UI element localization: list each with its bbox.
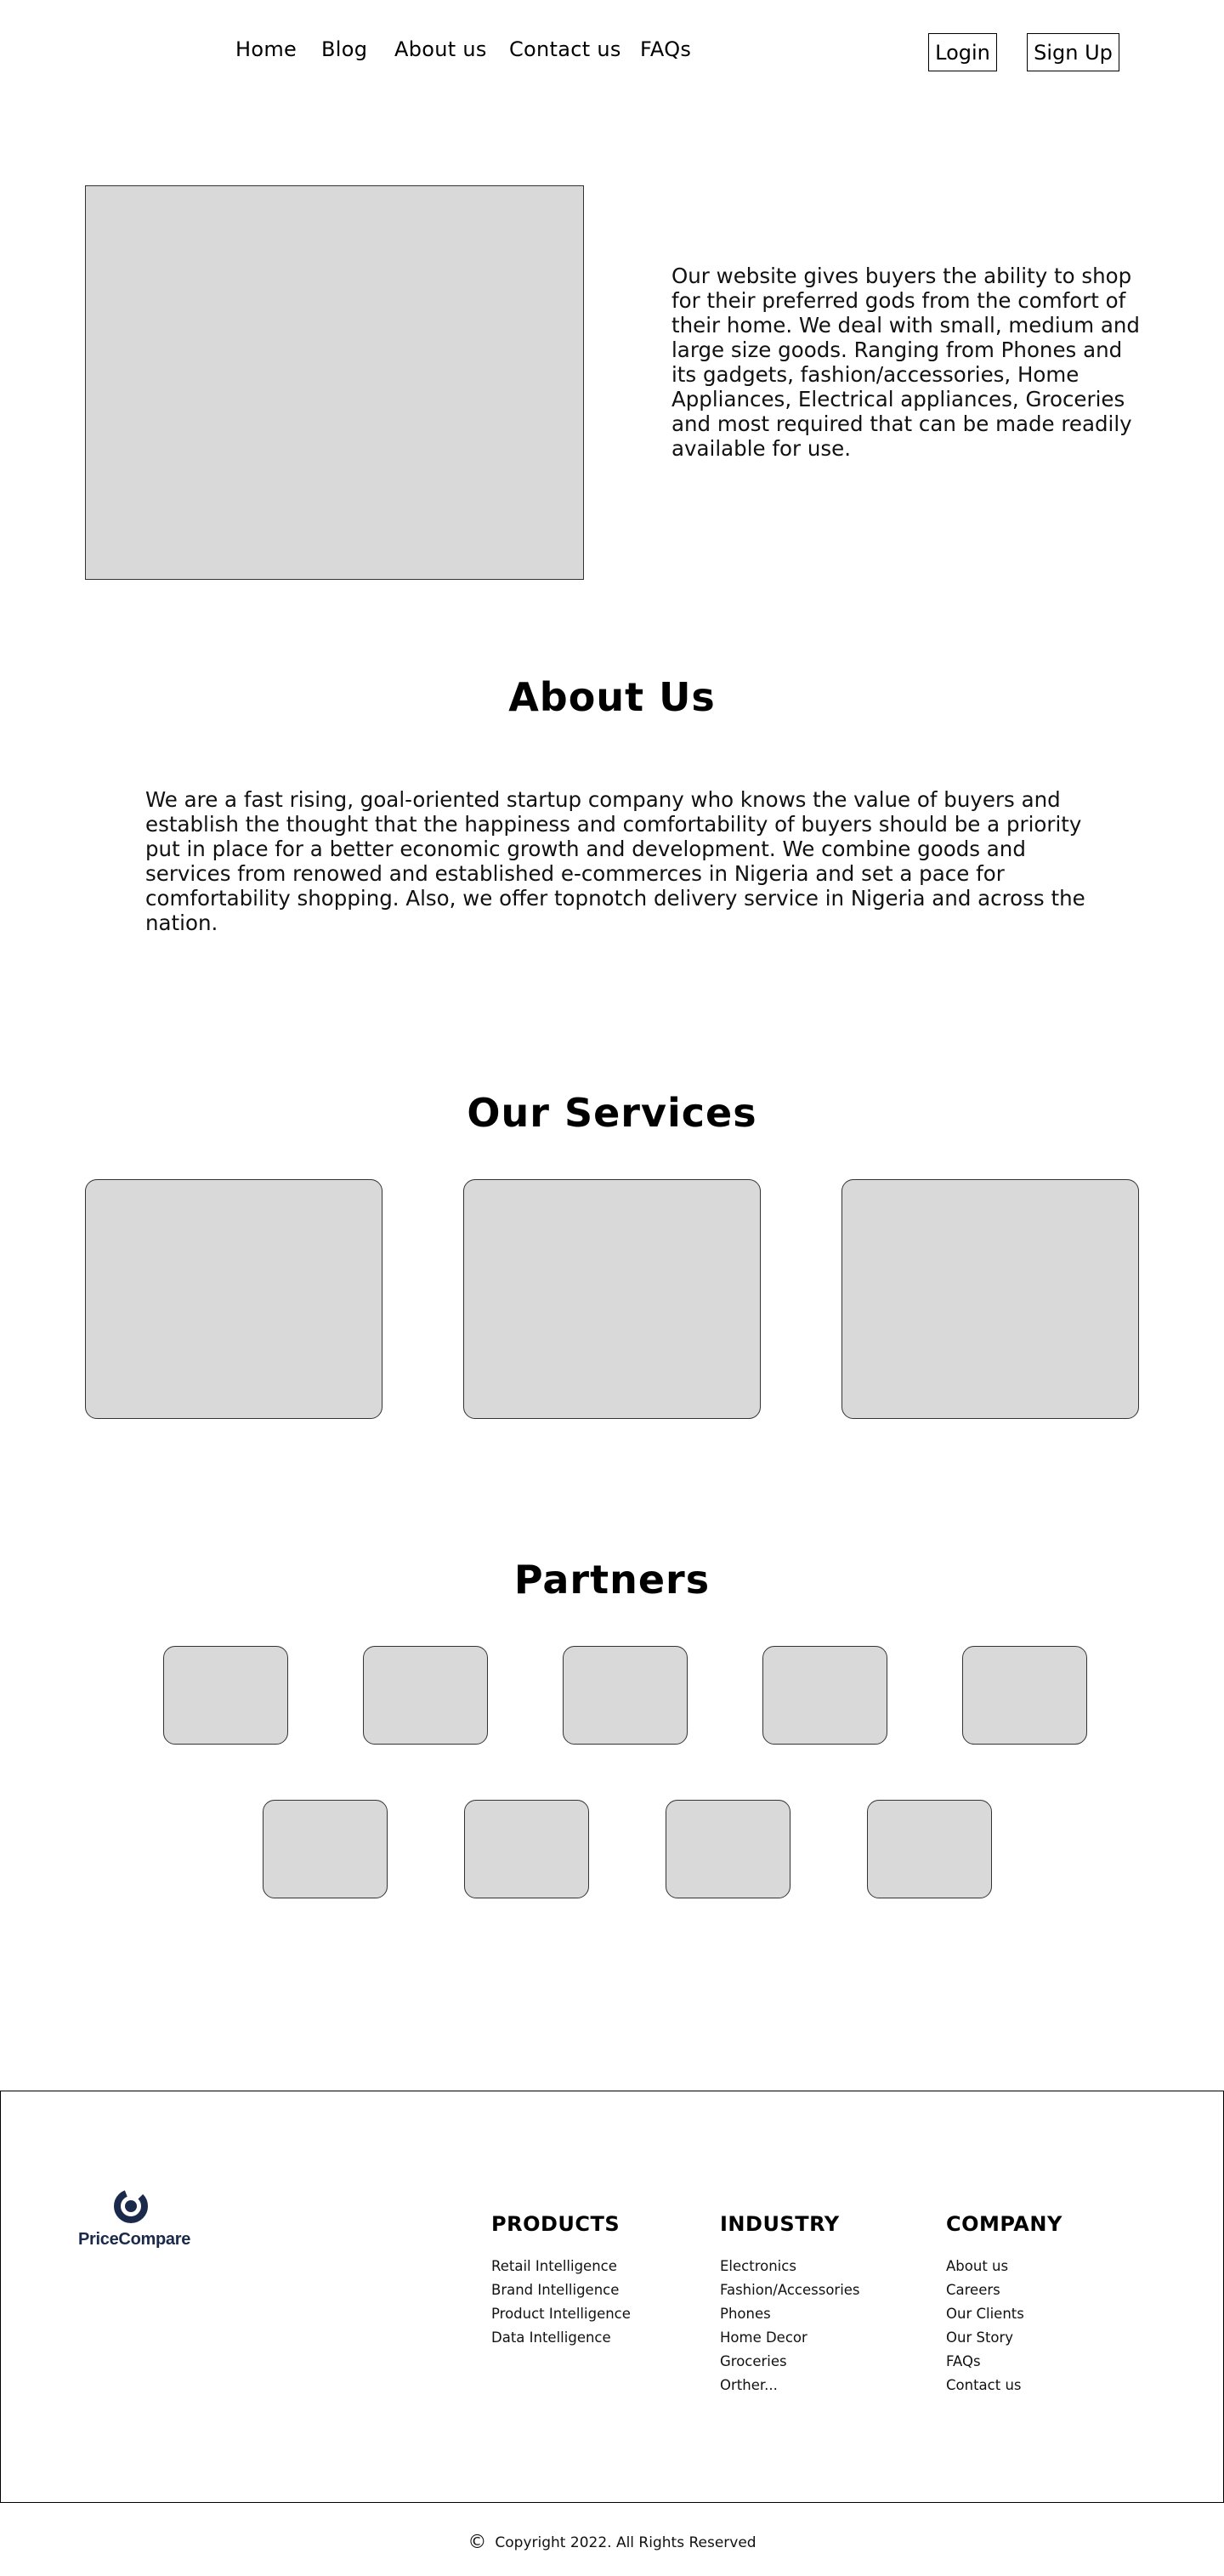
footer-link[interactable]: Our Clients: [946, 2302, 1062, 2326]
footer-link[interactable]: Contact us: [946, 2374, 1062, 2397]
login-button[interactable]: Login: [928, 33, 997, 71]
partner-logo-3[interactable]: [563, 1646, 688, 1745]
partners-title: Partners: [513, 1557, 711, 1603]
nav-link-home[interactable]: Home: [235, 37, 297, 61]
partner-logo-6[interactable]: [263, 1800, 388, 1898]
footer-link[interactable]: Orther...: [720, 2374, 860, 2397]
partner-logo-5[interactable]: [962, 1646, 1087, 1745]
logo-mark-icon: [114, 2189, 148, 2223]
service-card-1[interactable]: [85, 1179, 382, 1419]
footer-column-products: PRODUCTS Retail Intelligence Brand Intel…: [491, 2212, 631, 2350]
partner-logo-9[interactable]: [867, 1800, 992, 1898]
our-services-title: Our Services: [467, 1090, 757, 1136]
footer-link[interactable]: Product Intelligence: [491, 2302, 631, 2326]
hero-description: Our website gives buyers the ability to …: [672, 264, 1140, 461]
copyright-bar: © Copyright 2022. All Rights Reserved: [0, 2533, 1224, 2552]
footer-column-industry: INDUSTRY Electronics Fashion/Accessories…: [720, 2212, 860, 2397]
footer-link[interactable]: Data Intelligence: [491, 2326, 631, 2350]
footer-link[interactable]: Brand Intelligence: [491, 2278, 631, 2302]
nav-link-contact-us[interactable]: Contact us: [509, 37, 621, 61]
nav-link-about-us[interactable]: About us: [394, 37, 487, 61]
footer-link[interactable]: Careers: [946, 2278, 1062, 2302]
footer-link[interactable]: Retail Intelligence: [491, 2255, 631, 2278]
nav-link-faqs[interactable]: FAQs: [640, 37, 691, 61]
about-us-description: We are a fast rising, goal-oriented star…: [145, 787, 1085, 935]
service-card-3[interactable]: [842, 1179, 1139, 1419]
partner-logo-8[interactable]: [666, 1800, 790, 1898]
footer-link[interactable]: About us: [946, 2255, 1062, 2278]
footer-link[interactable]: Groceries: [720, 2350, 860, 2374]
footer-link[interactable]: Home Decor: [720, 2326, 860, 2350]
nav-link-blog[interactable]: Blog: [321, 37, 367, 61]
copyright-text: Copyright 2022. All Rights Reserved: [495, 2534, 756, 2551]
about-us-title: About Us: [508, 674, 716, 720]
footer-heading-company: COMPANY: [946, 2212, 1062, 2236]
footer-link[interactable]: Our Story: [946, 2326, 1062, 2350]
footer-link[interactable]: Electronics: [720, 2255, 860, 2278]
logo-text: PriceCompare: [78, 2230, 191, 2249]
footer-link[interactable]: Phones: [720, 2302, 860, 2326]
partner-logo-2[interactable]: [363, 1646, 488, 1745]
footer-column-company: COMPANY About us Careers Our Clients Our…: [946, 2212, 1062, 2397]
signup-button[interactable]: Sign Up: [1027, 33, 1119, 71]
partner-logo-4[interactable]: [762, 1646, 887, 1745]
top-navigation: Home Blog About us Contact us FAQs Login…: [0, 0, 1224, 102]
copyright-icon: ©: [468, 2532, 487, 2553]
hero-image-placeholder: [85, 185, 584, 580]
footer-heading-products: PRODUCTS: [491, 2212, 620, 2236]
footer-link[interactable]: FAQs: [946, 2350, 1062, 2374]
partner-logo-7[interactable]: [464, 1800, 589, 1898]
footer-link[interactable]: Fashion/Accessories: [720, 2278, 860, 2302]
partner-logo-1[interactable]: [163, 1646, 288, 1745]
service-card-2[interactable]: [463, 1179, 761, 1419]
footer-heading-industry: INDUSTRY: [720, 2212, 840, 2236]
